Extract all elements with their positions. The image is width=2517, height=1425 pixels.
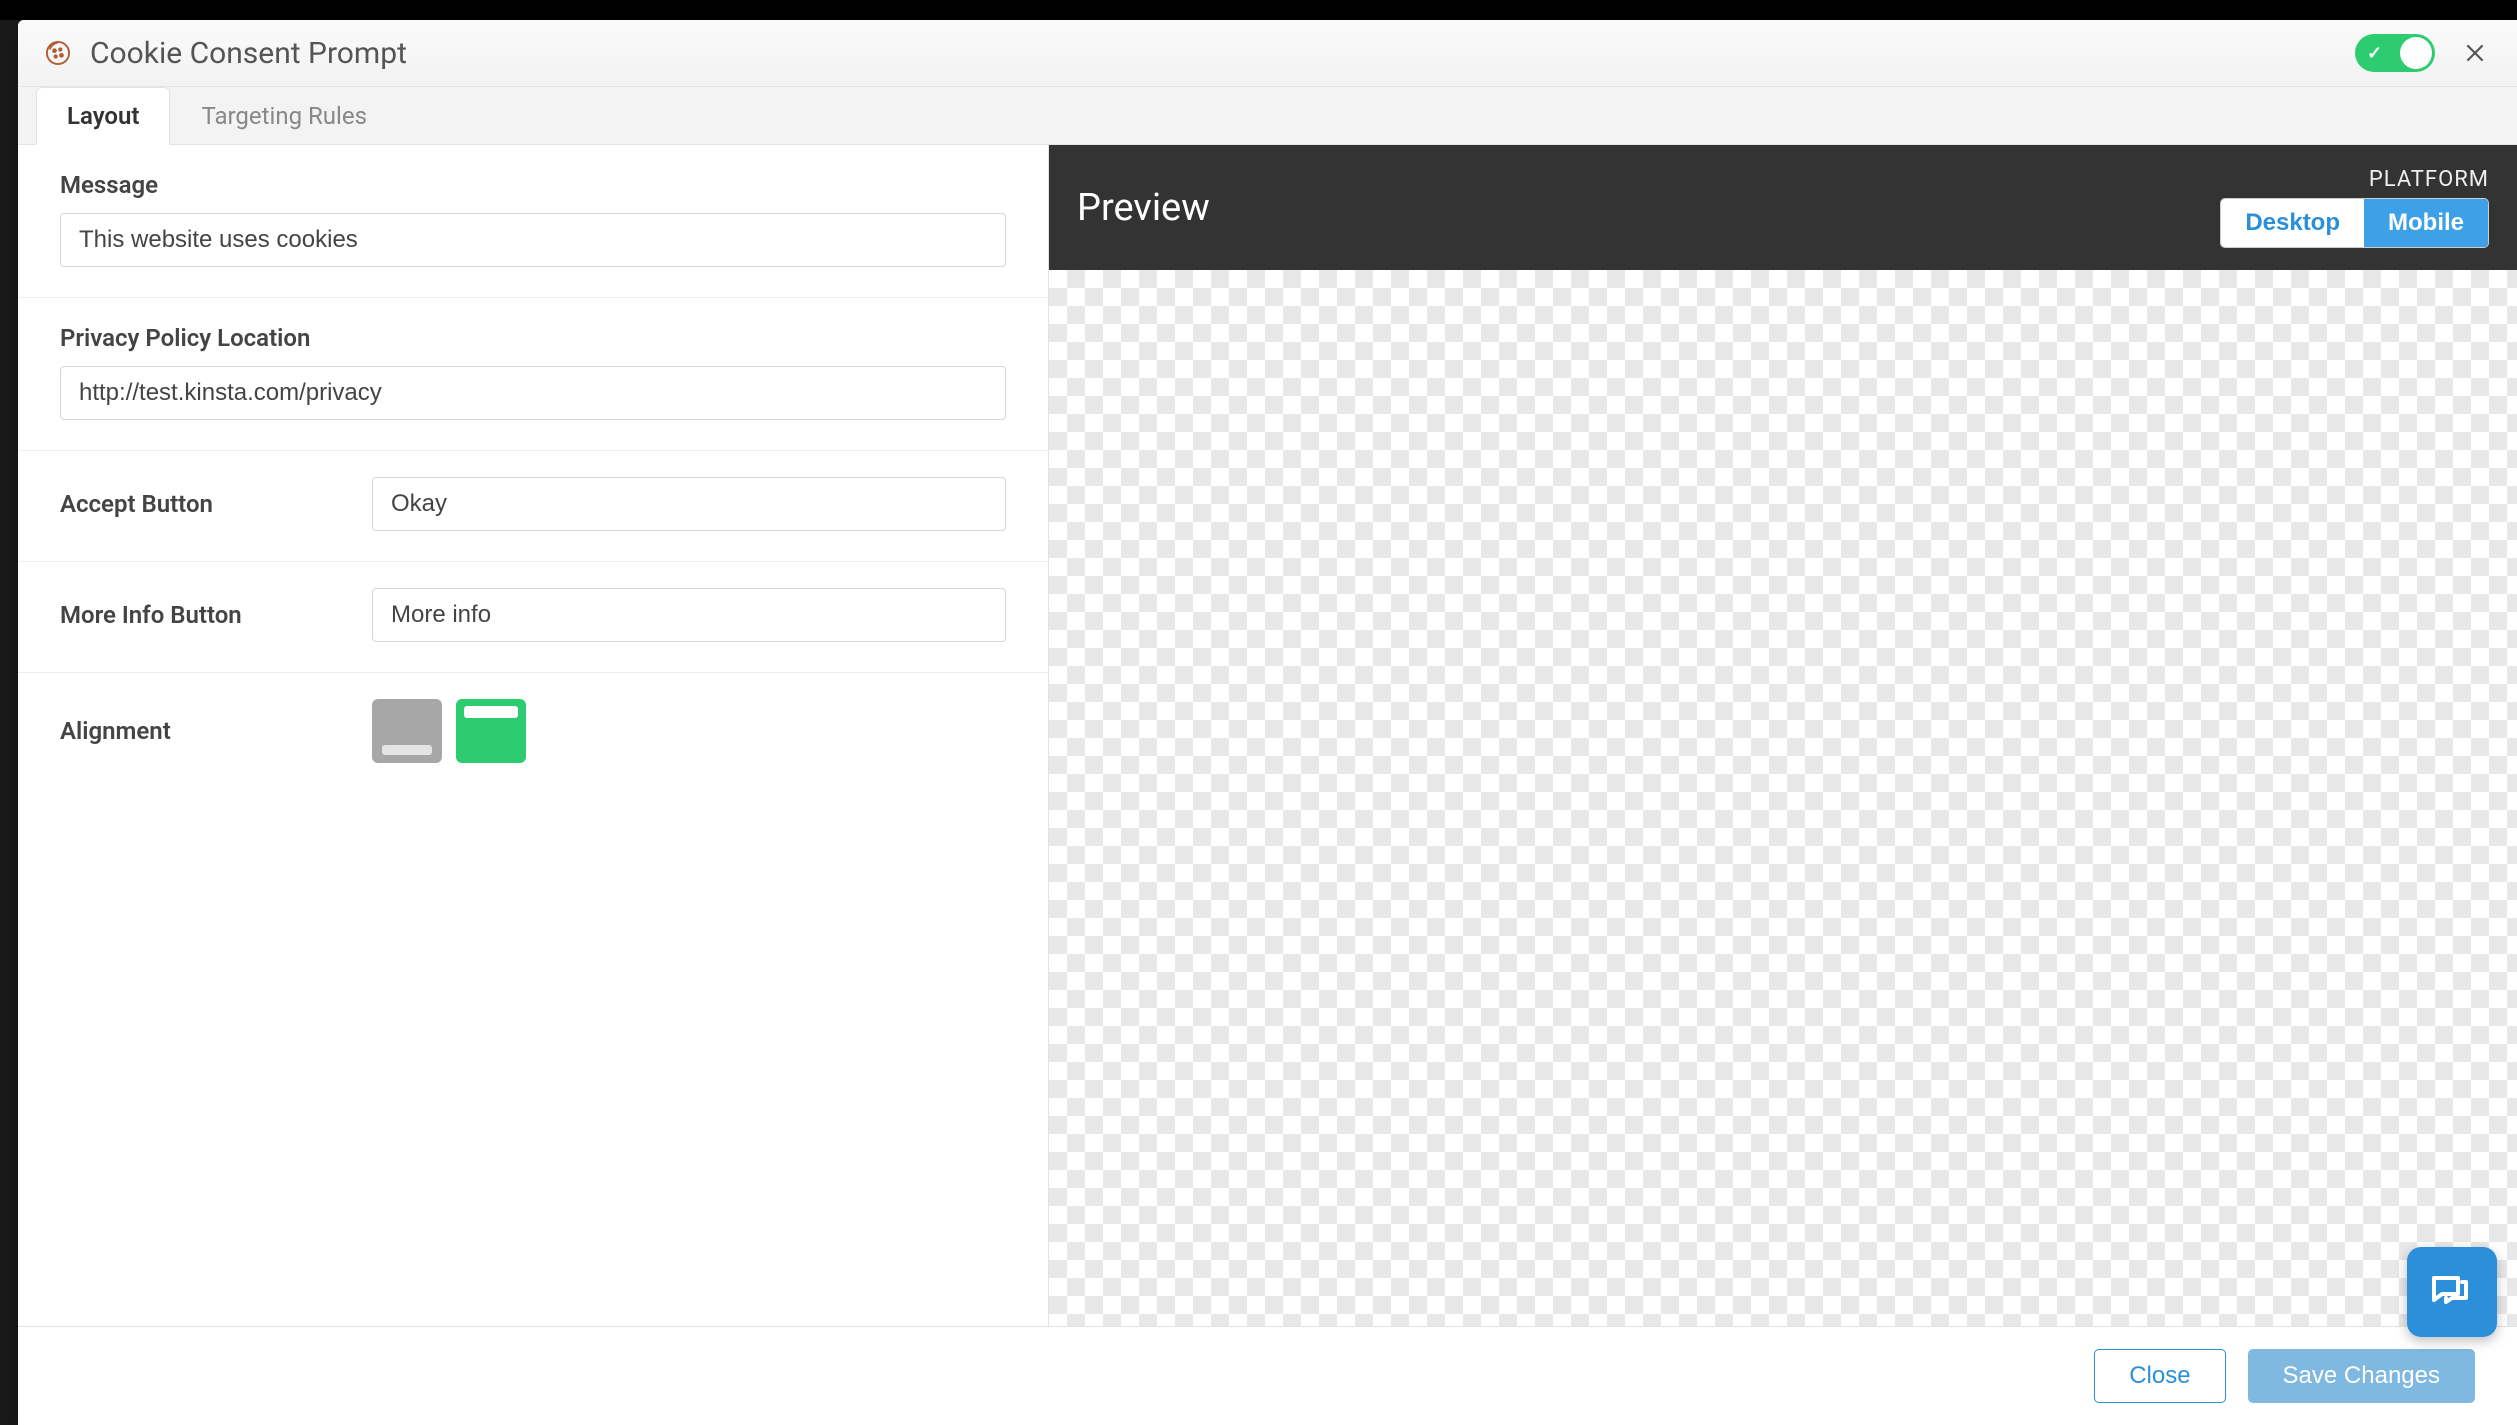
alignment-options	[372, 699, 526, 763]
chat-fab[interactable]	[2407, 1247, 2497, 1337]
modal-title: Cookie Consent Prompt	[90, 36, 2355, 71]
browser-tab-strip	[0, 0, 2517, 20]
section-alignment: Alignment	[18, 673, 1048, 793]
platform-wrap: PLATFORM Desktop Mobile	[2220, 167, 2489, 248]
save-button[interactable]: Save Changes	[2248, 1349, 2475, 1403]
modal-footer: Close Save Changes	[18, 1326, 2517, 1425]
section-message: Message	[18, 145, 1048, 298]
label-privacy: Privacy Policy Location	[60, 324, 1006, 352]
chat-icon	[2428, 1268, 2476, 1316]
alignment-bottom[interactable]	[372, 699, 442, 763]
preview-canvas	[1049, 270, 2517, 1326]
close-button[interactable]: Close	[2094, 1349, 2225, 1403]
cookie-consent-modal: Cookie Consent Prompt ✓ Layout Targeting…	[18, 20, 2517, 1425]
preview-header: Preview PLATFORM Desktop Mobile	[1049, 145, 2517, 270]
toggle-knob	[2400, 37, 2432, 69]
tab-targeting-rules[interactable]: Targeting Rules	[170, 87, 398, 144]
enable-toggle[interactable]: ✓	[2355, 34, 2435, 72]
label-alignment: Alignment	[60, 717, 340, 745]
alignment-top[interactable]	[456, 699, 526, 763]
label-moreinfo: More Info Button	[60, 601, 340, 629]
form-panel: Message Privacy Policy Location Accept B…	[18, 145, 1048, 1326]
cookie-icon	[44, 39, 72, 67]
label-accept: Accept Button	[60, 490, 340, 518]
platform-desktop[interactable]: Desktop	[2221, 199, 2364, 247]
message-input[interactable]	[60, 213, 1006, 267]
close-icon[interactable]	[2459, 37, 2491, 69]
privacy-input[interactable]	[60, 366, 1006, 420]
check-icon: ✓	[2367, 43, 2382, 64]
platform-label: PLATFORM	[2220, 167, 2489, 192]
tab-layout[interactable]: Layout	[36, 87, 170, 145]
modal-body: Message Privacy Policy Location Accept B…	[18, 145, 2517, 1326]
section-privacy: Privacy Policy Location	[18, 298, 1048, 451]
moreinfo-input[interactable]	[372, 588, 1006, 642]
preview-title: Preview	[1077, 186, 1210, 230]
platform-mobile[interactable]: Mobile	[2364, 199, 2488, 247]
preview-panel: Preview PLATFORM Desktop Mobile	[1048, 145, 2517, 1326]
accept-input[interactable]	[372, 477, 1006, 531]
modal-header: Cookie Consent Prompt ✓	[18, 20, 2517, 87]
label-message: Message	[60, 171, 1006, 199]
section-moreinfo: More Info Button	[18, 562, 1048, 673]
platform-toggle: Desktop Mobile	[2220, 198, 2489, 248]
tabs-row: Layout Targeting Rules	[18, 87, 2517, 145]
section-accept: Accept Button	[18, 451, 1048, 562]
